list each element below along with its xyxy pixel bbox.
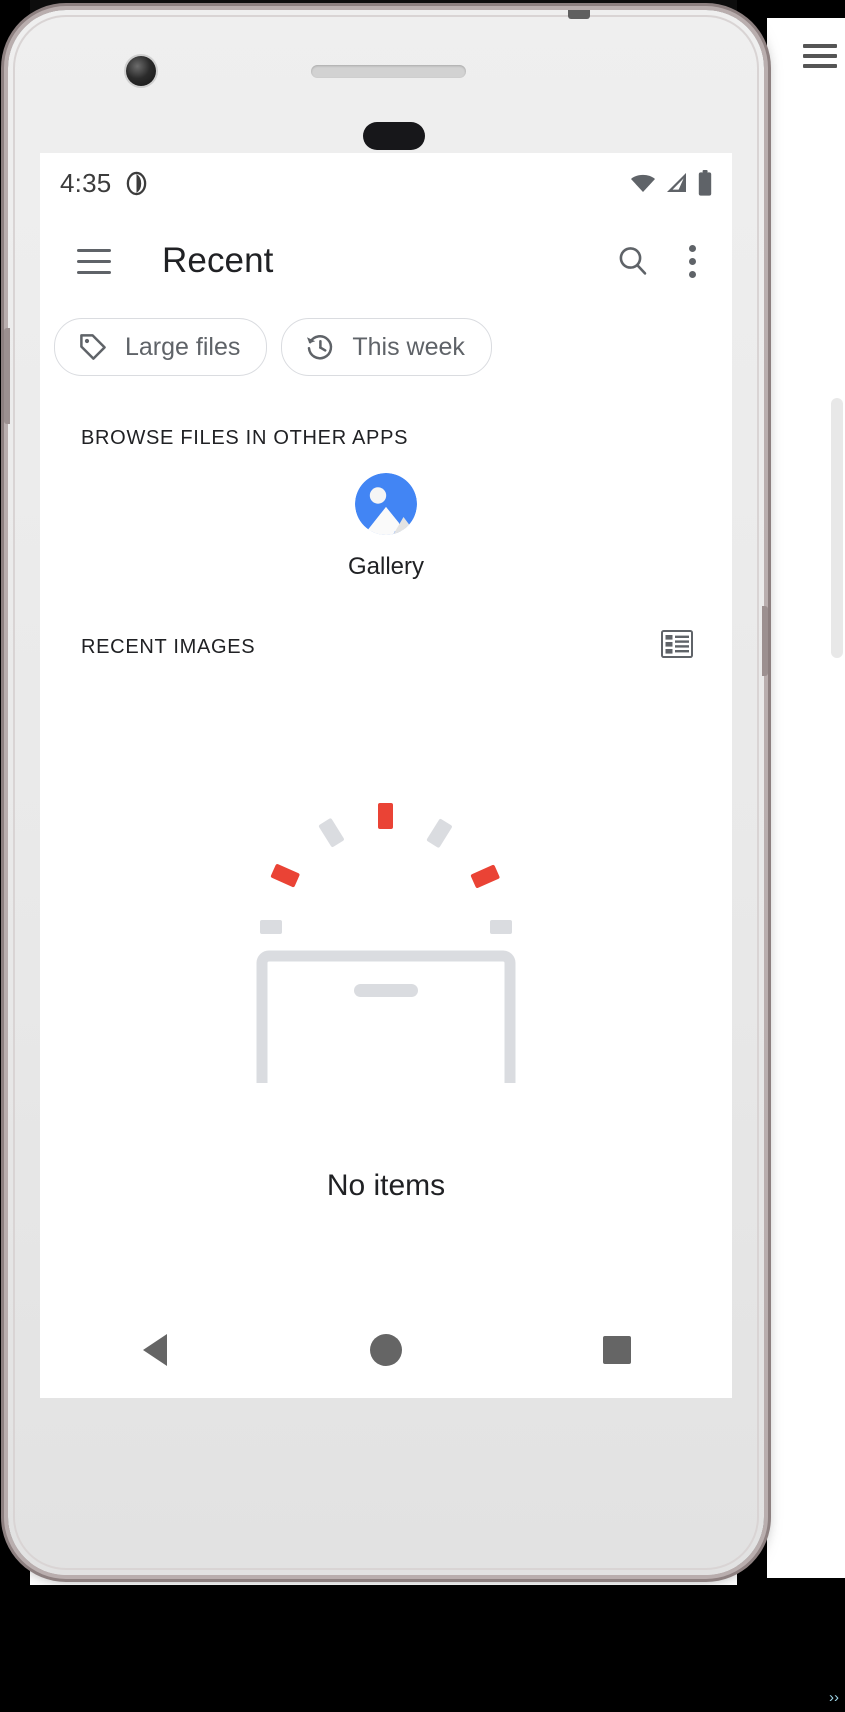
- chip-large-files[interactable]: Large files: [54, 318, 268, 376]
- overflow-menu-icon[interactable]: [668, 234, 716, 288]
- status-bar-right: [630, 170, 712, 196]
- chip-this-week[interactable]: This week: [281, 318, 492, 376]
- search-icon[interactable]: [606, 234, 660, 288]
- section-header-browse-apps: BROWSE FILES IN OTHER APPS: [81, 427, 409, 449]
- chip-label: This week: [352, 332, 465, 361]
- filter-chip-row: Large files This week: [40, 318, 732, 376]
- android-nav-bar: [40, 1302, 732, 1398]
- hamburger-menu-icon[interactable]: [68, 235, 120, 287]
- tag-icon: [80, 334, 106, 360]
- phone-top-notch: [568, 10, 590, 19]
- app-shortcut-row: Gallery: [40, 473, 732, 581]
- home-circle-icon: [369, 1334, 402, 1366]
- recents-nav-button[interactable]: [569, 1302, 665, 1398]
- backdrop-hamburger-icon: [803, 44, 837, 78]
- wifi-icon: [631, 174, 655, 192]
- status-bar: 4:35: [40, 153, 732, 213]
- page-title: Recent: [162, 241, 274, 280]
- empty-state: No items: [40, 793, 732, 1203]
- home-nav-button[interactable]: [338, 1302, 434, 1398]
- history-clock-icon: [307, 335, 333, 360]
- backdrop-scrollbar[interactable]: [831, 398, 843, 658]
- earpiece-speaker: [311, 65, 466, 78]
- sensor-housing: [363, 122, 425, 150]
- backdrop-bottom-bar: [0, 1585, 845, 1712]
- phone-device-frame: 4:35 Recent Large files This week BROWSE…: [4, 10, 768, 1575]
- list-view-icon[interactable]: [660, 627, 694, 661]
- battery-full-icon: [698, 170, 712, 196]
- empty-state-message: No items: [326, 1169, 446, 1202]
- alarm-clock-icon: [127, 171, 147, 195]
- back-triangle-icon: [143, 1334, 168, 1366]
- front-camera: [126, 56, 156, 86]
- backdrop-right-panel: [767, 18, 845, 1578]
- status-bar-left: 4:35: [60, 168, 148, 199]
- recents-square-icon: [602, 1336, 631, 1364]
- power-button[interactable]: [762, 606, 768, 676]
- backdrop-corner-marker: ››: [829, 1689, 839, 1706]
- empty-box-confetti-illustration: [256, 803, 516, 1083]
- back-nav-button[interactable]: [107, 1302, 203, 1398]
- cell-signal-icon: [667, 173, 686, 192]
- gallery-app-icon: [355, 473, 417, 535]
- app-shortcut-label: Gallery: [347, 553, 425, 580]
- status-time: 4:35: [60, 167, 112, 198]
- phone-screen: 4:35 Recent Large files This week BROWSE…: [40, 153, 732, 1398]
- app-toolbar: Recent: [40, 213, 732, 309]
- app-shortcut-gallery[interactable]: Gallery: [311, 473, 461, 581]
- chip-label: Large files: [125, 332, 241, 361]
- volume-button[interactable]: [4, 328, 10, 424]
- section-header-recent-images: RECENT IMAGES: [81, 636, 256, 658]
